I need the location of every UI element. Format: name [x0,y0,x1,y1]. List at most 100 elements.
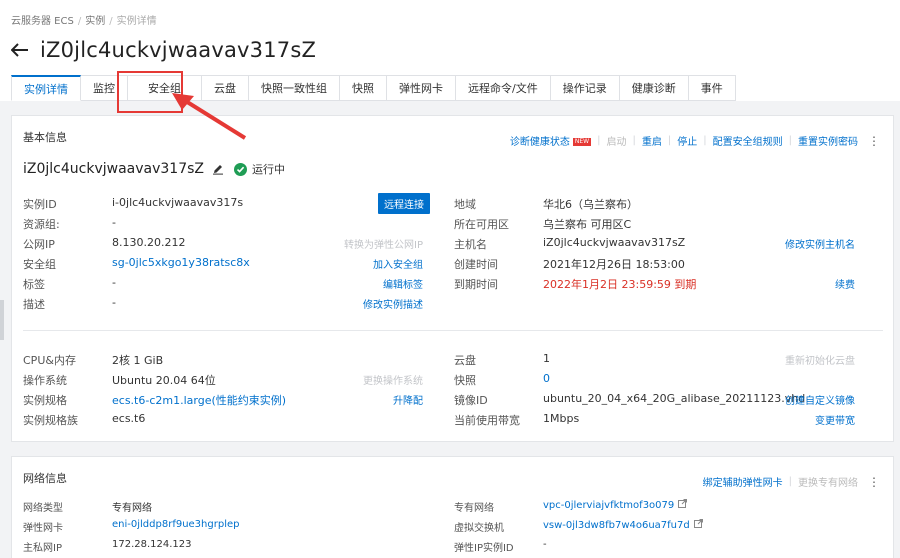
tab-snapshot-consistency-group[interactable]: 快照一致性组 [249,75,340,101]
start-button[interactable]: 启动 [607,133,627,148]
tab-events[interactable]: 事件 [688,75,736,101]
network-info-actions: 绑定辅助弹性网卡 | 更换专有网络 ⋮ [703,474,880,490]
field-label: 创建时间 [454,258,498,271]
tab-instance-details[interactable]: 实例详情 [11,75,81,101]
join-security-group-link[interactable]: 加入安全组 [373,256,423,271]
field-label: 快照 [454,374,476,387]
field-label: 到期时间 [454,278,498,291]
field-label: 云盘 [454,354,476,367]
instance-family-value: ecs.t6 [112,412,146,425]
breadcrumb-separator: / [109,16,113,27]
field-label: 虚拟交换机 [454,523,504,534]
check-circle-icon [234,162,247,176]
basic-info-card: 基本信息 诊断健康状态 NEW | 启动 | 重启 | 停止 | 配置安全组规则 … [11,115,894,442]
change-vpc-link[interactable]: 更换专有网络 [798,474,858,489]
description-value: - [112,296,116,309]
tab-health-diagnosis[interactable]: 健康诊断 [619,75,689,101]
action-separator: | [788,476,792,487]
field-label: 地域 [454,198,476,211]
edit-description-link[interactable]: 修改实例描述 [363,296,423,311]
config-sg-rules-link[interactable]: 配置安全组规则 [713,133,783,148]
bind-secondary-eni-link[interactable]: 绑定辅助弹性网卡 [703,474,783,489]
change-os-link[interactable]: 更换操作系统 [363,372,423,387]
region-value: 华北6（乌兰察布） [543,198,638,211]
basic-info-title: 基本信息 [23,131,67,144]
field-label: 资源组: [23,218,60,231]
action-separator: | [667,135,672,146]
breadcrumb: 云服务器 ECS / 实例 / 实例详情 [11,12,157,27]
field-label: 弹性IP实例ID [454,543,514,554]
field-label: 实例规格族 [23,414,78,427]
side-collapse-handle[interactable] [0,300,4,340]
action-separator: | [703,135,707,146]
field-label: 当前使用带宽 [454,414,520,427]
eip-instance-id-value: - [543,539,547,550]
security-group-link[interactable]: sg-0jlc5xkgo1y38ratsc8x [112,256,250,269]
edit-tags-link[interactable]: 编辑标签 [383,276,423,291]
field-label: 镜像ID [454,394,488,407]
restart-button[interactable]: 重启 [642,133,662,148]
expire-time-value: 2022年1月2日 23:59:59 到期 [543,278,697,291]
field-label: 标签 [23,278,45,291]
diagnose-health-link[interactable]: 诊断健康状态 NEW [510,133,592,148]
back-arrow-icon[interactable] [10,40,30,60]
field-label: 主机名 [454,238,487,251]
status-text: 运行中 [252,163,285,176]
snapshot-count-link[interactable]: 0 [543,372,550,385]
instance-id-value: i-0jlc4uckvjwaavav317s [112,196,244,209]
instance-name: iZ0jlc4uckvjwaavav317sZ [23,161,204,177]
breadcrumb-separator: / [77,16,82,27]
tab-operation-log[interactable]: 操作记录 [550,75,620,101]
field-label: 弹性网卡 [23,523,63,534]
annotation-arrow-icon [172,93,247,140]
os-value: Ubuntu 20.04 64位 [112,374,216,387]
action-separator: | [788,135,792,146]
field-label: 公网IP [23,238,55,251]
change-bandwidth-link[interactable]: 变更带宽 [815,412,855,427]
network-info-title: 网络信息 [23,472,67,485]
breadcrumb-instances[interactable]: 实例 [85,16,105,27]
vpc-id-link[interactable]: vpc-0jlerviajvfktmof3o079 [543,499,688,511]
field-label: 操作系统 [23,374,67,387]
edit-pencil-icon[interactable] [212,163,224,175]
external-link-icon [693,519,703,531]
vswitch-id-link[interactable]: vsw-0jl3dw8fb7w4o6ua7fu7d [543,519,703,531]
field-label: 描述 [23,298,45,311]
create-custom-image-link[interactable]: 创建自定义镜像 [785,392,855,407]
tags-value: - [112,276,116,289]
upgrade-downgrade-link[interactable]: 升降配 [393,392,423,407]
eni-id-link[interactable]: eni-0jlddp8rf9ue3hgrplep [112,519,239,530]
network-info-card: 网络信息 绑定辅助弹性网卡 | 更换专有网络 ⋮ 网络类型 专有网络 弹性网卡 … [11,456,894,558]
field-label: 实例规格 [23,394,67,407]
tab-snapshots[interactable]: 快照 [340,75,387,101]
more-actions-icon[interactable]: ⋮ [868,475,880,489]
new-badge: NEW [572,138,592,146]
hostname-value: iZ0jlc4uckvjwaavav317sZ [543,236,686,249]
reset-password-link[interactable]: 重置实例密码 [798,133,858,148]
field-label: CPU&内存 [23,354,76,367]
resource-group-value: - [112,216,116,229]
more-actions-icon[interactable]: ⋮ [868,134,880,148]
action-separator: | [597,135,601,146]
field-label: 实例ID [23,198,57,211]
external-link-icon [678,499,688,511]
field-label: 主私网IP [23,543,62,554]
field-label: 安全组 [23,258,56,271]
zone-value: 乌兰察布 可用区C [543,218,632,231]
image-id-value: ubuntu_20_04_x64_20G_alibase_20211123.vh… [543,392,806,405]
remote-connect-button[interactable]: 远程连接 [378,193,430,214]
tab-eni[interactable]: 弹性网卡 [387,75,456,101]
instance-name-row: iZ0jlc4uckvjwaavav317sZ 运行中 [23,161,285,177]
stop-button[interactable]: 停止 [677,133,697,148]
reinit-disk-link[interactable]: 重新初始化云盘 [785,352,855,367]
bandwidth-value: 1Mbps [543,412,580,425]
created-time-value: 2021年12月26日 18:53:00 [543,258,685,271]
breadcrumb-ecs[interactable]: 云服务器 ECS [11,16,74,27]
renew-link[interactable]: 续费 [835,276,855,291]
cpu-memory-value: 2核 1 GiB [112,354,164,367]
tab-remote-command[interactable]: 远程命令/文件 [456,75,551,101]
page-title: iZ0jlc4uckvjwaavav317sZ [40,38,317,62]
convert-eip-link[interactable]: 转换为弹性公网IP [344,236,423,251]
edit-hostname-link[interactable]: 修改实例主机名 [785,236,855,251]
instance-type-link[interactable]: ecs.t6-c2m1.large(性能约束实例) [112,392,286,408]
